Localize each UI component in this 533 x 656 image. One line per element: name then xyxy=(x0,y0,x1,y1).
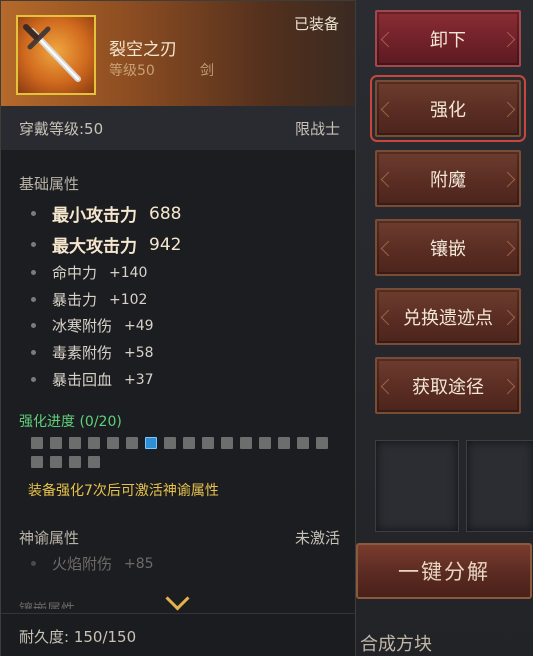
enhance-progress-square xyxy=(221,437,233,449)
enhance-progress-square xyxy=(240,437,252,449)
obtain-source-button[interactable]: 获取途径 xyxy=(375,357,521,414)
bullet-icon xyxy=(31,323,36,328)
oracle-attributes-title: 神谕属性 xyxy=(19,529,80,547)
attribute-value: +58 xyxy=(124,344,154,361)
enhance-progress-square xyxy=(297,437,309,449)
exchange-relic-points-button[interactable]: 兑换遗迹点 xyxy=(375,288,521,345)
attribute-name: 火焰附伤 xyxy=(52,555,113,573)
durability-footer: 耐久度: 150/150 xyxy=(1,613,355,656)
attribute-value: +37 xyxy=(124,371,154,388)
decompose-all-button[interactable]: 一键分解 xyxy=(356,543,532,599)
bullet-icon xyxy=(31,377,36,382)
enhance-progress-title: 强化进度 (0/20) xyxy=(19,414,122,430)
chevron-down-icon[interactable] xyxy=(165,586,190,611)
attribute-row: 冰寒附伤 +49 xyxy=(31,315,154,336)
attribute-row: 最小攻击力 688 xyxy=(31,201,181,226)
sword-icon xyxy=(16,15,96,95)
item-type: 剑 xyxy=(200,63,214,79)
item-level: 等级50 xyxy=(109,63,155,79)
enhance-button[interactable]: 强化 xyxy=(370,75,526,142)
attribute-value: 688 xyxy=(149,203,182,224)
enhance-progress-square xyxy=(50,437,62,449)
bullet-icon xyxy=(31,270,36,275)
requirement-row: 穿戴等级:50 限战士 xyxy=(1,106,355,150)
inventory-slot[interactable] xyxy=(466,440,533,532)
item-tooltip-panel: 裂空之刃 等级50 剑 已装备 穿戴等级:50 限战士 基础属性 最小攻击力 6… xyxy=(0,0,356,656)
enhance-progress-square xyxy=(31,456,43,468)
synthesis-label: 合成方块 xyxy=(360,634,432,655)
bullet-icon xyxy=(31,211,36,216)
oracle-status: 未激活 xyxy=(294,529,340,547)
enhance-progress-square xyxy=(107,437,119,449)
bullet-icon xyxy=(31,561,36,566)
enchant-button[interactable]: 附魔 xyxy=(375,150,521,207)
attribute-row: 命中力 +140 xyxy=(31,262,147,283)
attribute-value: 942 xyxy=(149,234,182,255)
enhance-progress-square xyxy=(31,437,43,449)
enhance-progress-square xyxy=(145,437,157,449)
attribute-name: 暴击回血 xyxy=(52,371,113,389)
attribute-row: 毒素附伤 +58 xyxy=(31,342,154,363)
attribute-name: 最大攻击力 xyxy=(52,237,137,257)
item-header: 裂空之刃 等级50 剑 已装备 xyxy=(1,1,355,106)
class-restriction: 限战士 xyxy=(294,120,340,138)
attribute-row: 暴击回血 +37 xyxy=(31,369,154,390)
bullet-icon xyxy=(31,350,36,355)
enhance-progress-square xyxy=(69,437,81,449)
oracle-attribute-row: 火焰附伤 +85 xyxy=(31,553,154,574)
more-section-title: 镶嵌属性 xyxy=(19,599,75,609)
enhance-progress-square xyxy=(88,456,100,468)
equipped-status: 已装备 xyxy=(293,15,339,33)
attribute-name: 毒素附伤 xyxy=(52,344,113,362)
enhance-hint: 装备强化7次后可激活神谕属性 xyxy=(28,483,219,499)
unequip-button[interactable]: 卸下 xyxy=(375,10,521,67)
enhance-progress-square xyxy=(50,456,62,468)
attribute-value: +102 xyxy=(109,291,148,308)
attribute-row: 最大攻击力 942 xyxy=(31,232,181,257)
attribute-value: +85 xyxy=(124,555,154,572)
attribute-value: +140 xyxy=(109,264,148,281)
enhance-progress-square xyxy=(316,437,328,449)
base-attributes-title: 基础属性 xyxy=(19,175,80,193)
bullet-icon xyxy=(31,242,36,247)
attribute-name: 暴击力 xyxy=(52,291,98,309)
enhance-progress-square xyxy=(88,437,100,449)
enhance-progress-square xyxy=(183,437,195,449)
bullet-icon xyxy=(31,297,36,302)
enhance-progress-square xyxy=(259,437,271,449)
inlay-button[interactable]: 镶嵌 xyxy=(375,219,521,276)
attribute-row: 暴击力 +102 xyxy=(31,289,147,310)
inventory-slot[interactable] xyxy=(375,440,459,532)
wear-level: 穿戴等级:50 xyxy=(19,120,104,138)
enhance-progress-square xyxy=(202,437,214,449)
attribute-name: 命中力 xyxy=(52,264,98,282)
attribute-value: +49 xyxy=(124,317,154,334)
enhance-progress-square xyxy=(278,437,290,449)
durability-value: 耐久度: 150/150 xyxy=(19,628,137,646)
enhance-progress-square xyxy=(164,437,176,449)
item-name: 裂空之刃 xyxy=(109,40,177,60)
attribute-name: 冰寒附伤 xyxy=(52,317,113,335)
attribute-name: 最小攻击力 xyxy=(52,206,137,226)
enhance-progress-square xyxy=(69,456,81,468)
enhance-progress-square xyxy=(126,437,138,449)
